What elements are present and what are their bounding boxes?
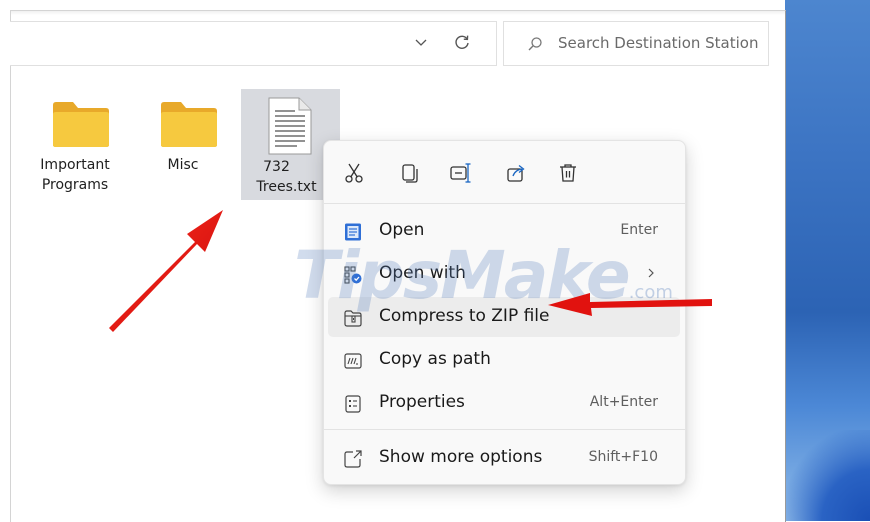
show-more-icon bbox=[344, 450, 362, 468]
menu-item-show-more-options[interactable]: Show more options Shift+F10 bbox=[328, 438, 680, 478]
properties-icon bbox=[345, 395, 361, 413]
menu-item-label: Open bbox=[379, 220, 425, 240]
file-explorer-window: Search Destination Station Important Pro… bbox=[10, 10, 786, 522]
notepad-icon bbox=[345, 223, 361, 241]
menu-item-label: Copy as path bbox=[379, 349, 491, 369]
file-label: Important bbox=[40, 157, 110, 173]
search-input[interactable]: Search Destination Station bbox=[558, 34, 758, 52]
folder-important-programs[interactable]: Important Programs bbox=[33, 99, 117, 195]
rename-icon bbox=[450, 163, 471, 183]
copy-button[interactable] bbox=[396, 160, 422, 186]
folder-icon bbox=[161, 102, 217, 147]
zip-icon bbox=[344, 310, 362, 327]
menu-item-label: Show more options bbox=[379, 447, 543, 467]
menu-item-copy-as-path[interactable]: Copy as path bbox=[328, 340, 680, 380]
delete-icon bbox=[560, 164, 576, 182]
file-label: Misc bbox=[167, 157, 199, 173]
search-box[interactable]: Search Destination Station bbox=[503, 21, 769, 66]
address-bar[interactable] bbox=[10, 21, 497, 66]
context-menu-toolbar bbox=[324, 141, 685, 203]
menu-item-label: Compress to ZIP file bbox=[379, 306, 550, 326]
folder-icon bbox=[53, 102, 109, 147]
menu-item-shortcut: Shift+F10 bbox=[588, 449, 658, 465]
folder-misc[interactable]: Misc bbox=[141, 99, 225, 175]
delete-button[interactable] bbox=[555, 160, 581, 186]
chevron-right-icon bbox=[648, 268, 654, 278]
menu-item-open-with[interactable]: Open with bbox=[328, 254, 680, 294]
share-icon bbox=[507, 164, 525, 182]
copy-path-icon bbox=[344, 353, 362, 369]
menu-separator bbox=[324, 203, 685, 204]
desktop-wallpaper-swirl bbox=[785, 430, 870, 521]
context-menu: Open Enter Open with Compress to ZIP fil… bbox=[323, 140, 686, 485]
desktop-background bbox=[785, 0, 870, 521]
menu-item-label: Open with bbox=[379, 263, 466, 283]
cut-icon bbox=[345, 163, 363, 183]
rename-button[interactable] bbox=[448, 160, 474, 186]
copy-icon bbox=[402, 164, 418, 183]
menu-item-properties[interactable]: Properties Alt+Enter bbox=[328, 383, 680, 423]
share-button[interactable] bbox=[503, 160, 529, 186]
menu-item-shortcut: Enter bbox=[620, 222, 658, 238]
menu-item-shortcut: Alt+Enter bbox=[589, 394, 658, 410]
menu-item-compress-zip[interactable]: Compress to ZIP file bbox=[328, 297, 680, 337]
menu-separator bbox=[324, 429, 685, 430]
cut-button[interactable] bbox=[341, 160, 367, 186]
file-label: Programs bbox=[41, 177, 109, 193]
chevron-down-icon[interactable] bbox=[413, 34, 429, 50]
text-file-icon bbox=[268, 97, 312, 155]
menu-item-open[interactable]: Open Enter bbox=[328, 211, 680, 251]
menu-item-label: Properties bbox=[379, 392, 465, 412]
refresh-icon[interactable] bbox=[453, 33, 471, 51]
open-with-icon bbox=[344, 266, 362, 284]
search-icon bbox=[528, 37, 542, 51]
